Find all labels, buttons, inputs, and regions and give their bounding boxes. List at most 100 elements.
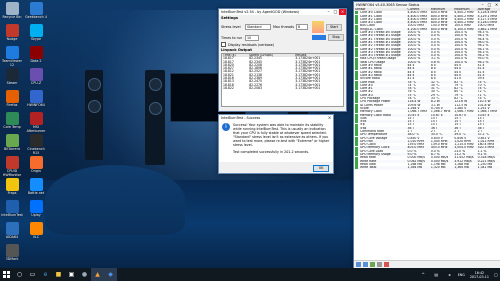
wallpaper-speaker-right	[145, 70, 165, 165]
close-icon[interactable]: ×	[326, 115, 333, 121]
desktop-icon-label: Skype	[31, 37, 41, 41]
desktop-icon[interactable]: AIDA64	[1, 222, 23, 240]
language-indicator[interactable]: ENG	[458, 273, 465, 277]
desktop-icon[interactable]: Fraps	[1, 178, 23, 196]
desktop-icon[interactable]: Battle.net	[25, 178, 47, 196]
hwinfo-reset-icon[interactable]	[384, 262, 389, 267]
sensor-value: 1,341 MB	[477, 166, 493, 170]
sensor-value: 1,364 MB	[454, 166, 469, 170]
desktop-icon[interactable]: Dota 2	[25, 46, 47, 64]
desktop-icon-label: Recycle Bin	[2, 15, 22, 19]
app-icon	[29, 178, 43, 191]
ibt-stress-select[interactable]: Standard	[245, 24, 271, 30]
app-icon	[5, 2, 19, 15]
desktop-icon[interactable]: Cinebench R15	[25, 134, 47, 156]
ok-button[interactable]: OK	[313, 165, 329, 172]
ibt-settings-heading: Settings	[221, 16, 238, 20]
network-icon[interactable]: ▤	[430, 268, 443, 281]
start-button[interactable]	[0, 268, 13, 281]
desktop-icon[interactable]: Skype	[25, 24, 47, 42]
desktop-icon-label: CPUID HWMonitor	[2, 169, 22, 177]
app-icon	[5, 156, 19, 169]
desktop-icon[interactable]: TeamViewer 12	[1, 46, 23, 68]
desktop-icon[interactable]: HWiNFO64	[25, 90, 47, 108]
desktop-icon-label: Battle.net	[27, 191, 45, 195]
desktop-icon-label: Geekbench 4	[25, 15, 47, 19]
desktop-icon[interactable]: Uplay	[25, 200, 47, 218]
hwinfo-sensor-table: Sensor Current Minimum Maximum Average Core …	[354, 8, 500, 170]
app-icon	[5, 244, 19, 257]
desktop-icon[interactable]: MSI Afterburner	[25, 112, 47, 134]
hwinfo-toolbar	[354, 260, 500, 268]
wallpaper-chair	[45, 165, 185, 235]
app-icon	[5, 178, 19, 191]
app-icon	[29, 222, 43, 235]
desktop-icon[interactable]: VLC	[25, 222, 47, 240]
intelburntest-taskbar-icon[interactable]: ▲	[91, 268, 104, 281]
desktop-icon[interactable]: Firefox	[1, 90, 23, 108]
ibt-stop-button[interactable]: Stop	[328, 34, 344, 41]
app-icon	[29, 24, 43, 37]
tray-chevron-icon[interactable]: ^	[417, 268, 430, 281]
desktop-icon-label: Fraps	[7, 191, 17, 195]
dialog-button-bar: OK	[219, 162, 333, 173]
ibt-times-label: Times to run	[221, 35, 243, 40]
table-row: 18.822 82.2083 3.173824e+001	[222, 85, 343, 90]
volume-icon[interactable]: ◂	[443, 268, 456, 281]
ibt-output-table-wrap[interactable]: Time (s) Speed (GFlops) Results 18.817 82.2…	[221, 53, 344, 107]
desktop-icon-label: IntelBurnTest	[1, 213, 23, 217]
close-icon[interactable]: ×	[339, 9, 346, 15]
desktop-icon-label: Firefox	[6, 103, 18, 107]
hwinfo-taskbar-icon[interactable]: ◆	[104, 268, 117, 281]
app-icon	[29, 2, 43, 15]
desktop-icon[interactable]: Origin	[25, 156, 47, 174]
notification-icon[interactable]: ▢	[492, 268, 500, 281]
app-icon	[5, 200, 19, 213]
ibt-output-table: Time (s) Speed (GFlops) Results 18.817 82.2…	[222, 54, 343, 90]
steam-taskbar-icon[interactable]: ●	[78, 268, 91, 281]
taskbar: ○ ▭ e ■ ▣ ● ▲ ◆ ^ ▤ ◂ ENG 16:42 2017-03-…	[0, 268, 500, 281]
hwinfo-clock-icon[interactable]	[370, 262, 375, 267]
search-icon[interactable]: ○	[13, 268, 26, 281]
hwinfo-table-wrap[interactable]: Sensor Current Minimum Maximum Average Core …	[354, 8, 500, 260]
file-explorer-icon[interactable]: ■	[52, 268, 65, 281]
desktop-icon[interactable]: Steam	[1, 68, 23, 86]
ibt-verbose-label: Display residuals (verbose)	[228, 42, 275, 47]
ibt-titlebar[interactable]: IntelBurnTest v2.54 - by AgentGOD (Windo…	[219, 9, 346, 15]
task-view-icon[interactable]: ▭	[26, 268, 39, 281]
hwinfo-settings-icon[interactable]	[377, 262, 382, 267]
clock[interactable]: 16:42 2017-03-11	[470, 271, 489, 279]
hwinfo-back-button[interactable]	[356, 262, 361, 267]
desktop-icon[interactable]: Nudge	[1, 24, 23, 42]
desktop-icon-label: BitTorrent	[4, 147, 20, 151]
desktop-icon[interactable]: BitTorrent	[1, 134, 23, 152]
desktop-icon[interactable]: Core Temp	[1, 112, 23, 130]
desktop-icon-label: HWiNFO64	[27, 103, 45, 107]
hwinfo-forward-button[interactable]	[363, 262, 368, 267]
maximize-icon[interactable]: □	[332, 9, 339, 15]
table-cell: 82.2083	[249, 85, 262, 90]
dialog-title: IntelBurnTest - Success	[221, 116, 261, 120]
ibt-times-input[interactable]: 10	[245, 34, 259, 41]
desktop-icon[interactable]: IntelBurnTest	[1, 200, 23, 218]
desktop-icon[interactable]: 3DMark	[1, 244, 23, 262]
sensor-name: Write Total	[354, 166, 407, 170]
dialog-footer-text: Test completed successfully in 201.2 sec…	[233, 150, 310, 154]
store-icon[interactable]: ▣	[65, 268, 78, 281]
desktop-icon[interactable]: Recycle Bin	[1, 2, 23, 20]
desktop-icon[interactable]: Geekbench 4	[25, 2, 47, 20]
close-icon[interactable]: ×	[493, 2, 500, 8]
ibt-threads-input[interactable]: 8	[295, 24, 308, 30]
app-icon	[5, 46, 19, 59]
desktop-icon[interactable]: CPUID HWMonitor	[1, 156, 23, 178]
desktop-icon-label: Nudge	[6, 37, 18, 41]
ibt-verbose-checkbox[interactable]	[221, 42, 226, 47]
minimize-icon[interactable]: –	[325, 9, 332, 15]
desktop-icon-label: 3DMark	[5, 257, 19, 261]
sensor-row[interactable]: Write Total 1,364 MB 1,320 MB 1,364 MB 1,341…	[354, 166, 500, 170]
ibt-start-button[interactable]: Start	[325, 23, 342, 31]
desktop-icon[interactable]: CPU-Z	[25, 68, 47, 86]
edge-icon[interactable]: e	[39, 268, 52, 281]
app-icon	[5, 222, 19, 235]
app-icon	[29, 200, 43, 213]
